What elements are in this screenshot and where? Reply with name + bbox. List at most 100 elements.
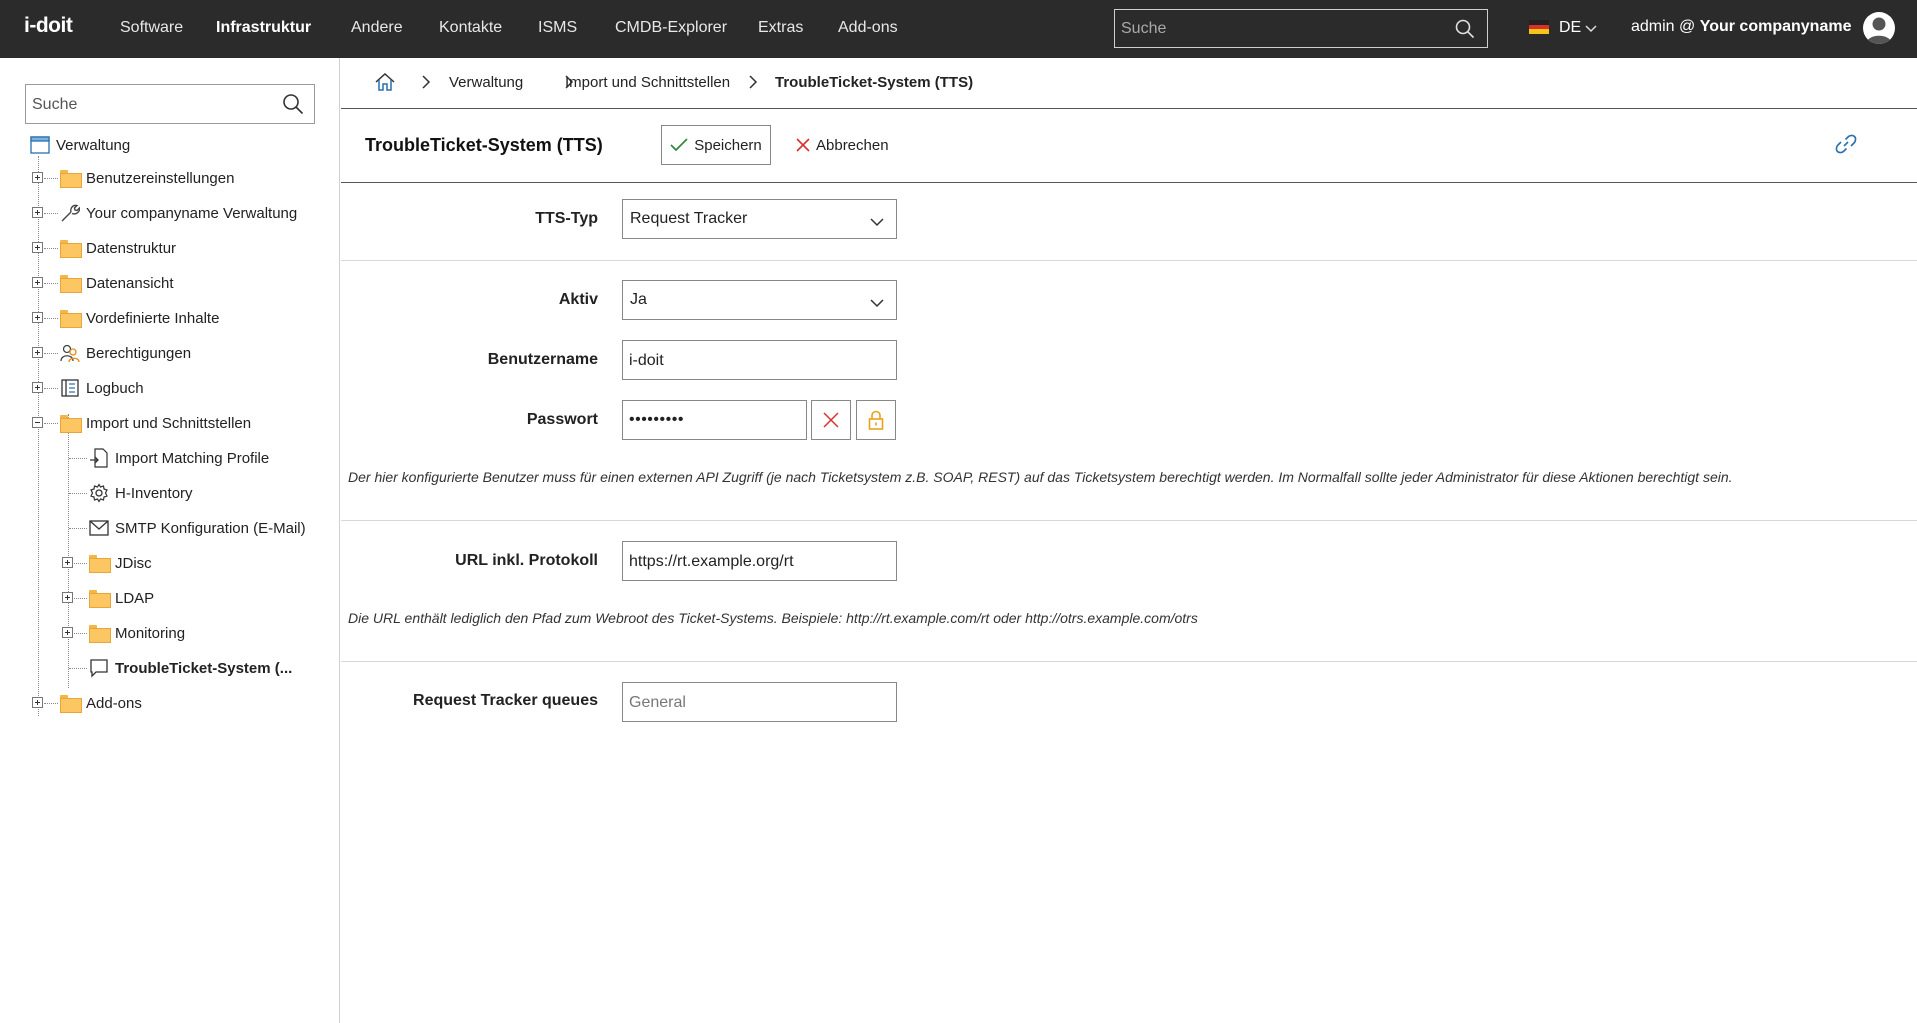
username-field [622, 340, 897, 380]
window-icon [30, 136, 50, 154]
user-name: admin @ [1631, 18, 1696, 35]
nav-kontakte[interactable]: Kontakte [439, 19, 502, 37]
password-field[interactable]: ••••••••• [622, 400, 807, 440]
sidebar-item-add-ons[interactable]: Add-ons [60, 692, 142, 714]
tree-guide-line [44, 318, 58, 319]
username-input[interactable] [629, 350, 879, 372]
sidebar-item-monitoring[interactable]: Monitoring [89, 622, 185, 644]
save-button-label: Speichern [694, 136, 762, 154]
folder-icon [89, 590, 111, 608]
tree-guide-line [69, 493, 87, 494]
tree-item-label: Datenstruktur [86, 239, 177, 257]
search-icon[interactable] [1455, 19, 1475, 43]
tree-guide-line [74, 633, 87, 634]
avatar[interactable] [1863, 12, 1895, 44]
checkmark-icon [670, 138, 688, 152]
tree-guide-line [69, 668, 87, 669]
document-import-icon [90, 448, 108, 468]
sidebar-item-datenstruktur[interactable]: Datenstruktur [60, 237, 176, 259]
nav-andere[interactable]: Andere [351, 19, 403, 37]
breadcrumb-verwaltung[interactable]: Verwaltung [449, 74, 523, 91]
url-field [622, 541, 897, 581]
expand-toggle[interactable] [32, 312, 43, 323]
sidebar-item-jdisc[interactable]: JDisc [89, 552, 152, 574]
search-icon[interactable] [282, 93, 304, 119]
sidebar-item-troubleticket-system[interactable]: TroubleTicket-System (... [89, 657, 292, 679]
sidebar-item-h-inventory[interactable]: H-Inventory [89, 482, 193, 504]
url-input[interactable] [629, 551, 879, 573]
tree-item-label: Monitoring [115, 624, 186, 642]
clear-password-button[interactable] [811, 400, 851, 440]
username-hint: Der hier konfigurierte Benutzer muss für… [348, 469, 1733, 485]
cancel-button[interactable]: Abbrechen [796, 125, 889, 165]
save-button[interactable]: Speichern [661, 125, 771, 165]
tree-guide-line [44, 248, 58, 249]
tree-guide-line [68, 414, 69, 688]
tree-item-label: Logbuch [86, 379, 144, 397]
chevron-down-icon [870, 214, 884, 231]
sidebar-item-import-und-schnittstellen[interactable]: Import und Schnittstellen [60, 412, 251, 434]
tts-type-select[interactable]: Request Tracker [622, 199, 897, 239]
sidebar-item-vordefinierte-inhalte[interactable]: Vordefinierte Inhalte [60, 307, 219, 329]
home-icon[interactable] [374, 72, 396, 96]
tree-item-label: SMTP Konfiguration (E-Mail) [115, 519, 306, 537]
sidebar-item-benutzereinstellungen[interactable]: Benutzereinstellungen [60, 167, 234, 189]
sidebar-item-datenansicht[interactable]: Datenansicht [60, 272, 174, 294]
tree-item-label: LDAP [115, 589, 155, 607]
expand-toggle[interactable] [32, 242, 43, 253]
chevron-right-icon [748, 75, 758, 93]
nav-cmdb-explorer[interactable]: CMDB-Explorer [615, 19, 727, 37]
nav-extras[interactable]: Extras [758, 19, 803, 37]
german-flag-icon[interactable] [1529, 20, 1549, 34]
users-icon [60, 344, 80, 363]
chevron-right-icon [421, 75, 431, 93]
request-tracker-queues-input[interactable] [629, 692, 879, 714]
chevron-down-icon[interactable] [1585, 21, 1597, 38]
sidebar-item-ldap[interactable]: LDAP [89, 587, 154, 609]
nav-software[interactable]: Software [120, 19, 183, 37]
nav-isms[interactable]: ISMS [538, 19, 577, 37]
expand-toggle[interactable] [32, 277, 43, 288]
tts-type-label: TTS-Typ [535, 210, 598, 227]
tree-guide-line [44, 703, 58, 704]
global-search-input[interactable] [1121, 18, 1441, 40]
tree-item-label: JDisc [115, 554, 152, 572]
folder-icon [60, 415, 82, 433]
folder-icon [89, 555, 111, 573]
tree-guide-line [74, 598, 87, 599]
expand-toggle[interactable] [62, 557, 73, 568]
user-menu[interactable]: admin @ Your companyname [1631, 18, 1851, 36]
chevron-down-icon [870, 295, 884, 312]
active-select[interactable]: Ja [622, 280, 897, 320]
app-logo[interactable]: i-doit [24, 14, 73, 38]
tree-guide-line [44, 283, 58, 284]
folder-icon [60, 310, 82, 328]
nav-infrastruktur[interactable]: Infrastruktur [216, 19, 311, 37]
language-selector[interactable]: DE [1559, 19, 1581, 37]
expand-toggle[interactable] [62, 627, 73, 638]
sidebar-item-import-matching-profile[interactable]: Import Matching Profile [89, 447, 269, 469]
tree-item-label: Benutzereinstellungen [86, 169, 235, 187]
expand-toggle[interactable] [32, 347, 43, 358]
section-divider [341, 520, 1917, 521]
breadcrumb-import-und-schnittstellen[interactable]: Import und Schnittstellen [565, 74, 730, 91]
username-label: Benutzername [487, 351, 598, 368]
expand-toggle[interactable] [32, 172, 43, 183]
expand-toggle[interactable] [62, 592, 73, 603]
active-label: Aktiv [558, 291, 598, 308]
expand-toggle[interactable] [32, 207, 43, 218]
expand-toggle[interactable] [32, 697, 43, 708]
tree-guide-line [69, 458, 87, 459]
collapse-toggle[interactable] [32, 417, 43, 428]
sidebar-item-berechtigungen[interactable]: Berechtigungen [60, 342, 191, 364]
sidebar-item-companyname-verwaltung[interactable]: Your companyname Verwaltung [60, 202, 297, 224]
sidebar-item-smtp-konfiguration[interactable]: SMTP Konfiguration (E-Mail) [89, 517, 306, 539]
tree-root-verwaltung[interactable]: Verwaltung [30, 134, 130, 156]
url-hint: Die URL enthält lediglich den Pfad zum W… [348, 610, 1198, 626]
expand-toggle[interactable] [32, 382, 43, 393]
unlock-password-button[interactable] [856, 400, 896, 440]
sidebar-item-logbuch[interactable]: Logbuch [60, 377, 144, 399]
sidebar-search-input[interactable] [32, 94, 272, 116]
link-icon[interactable] [1835, 133, 1857, 159]
nav-add-ons[interactable]: Add-ons [838, 19, 898, 37]
